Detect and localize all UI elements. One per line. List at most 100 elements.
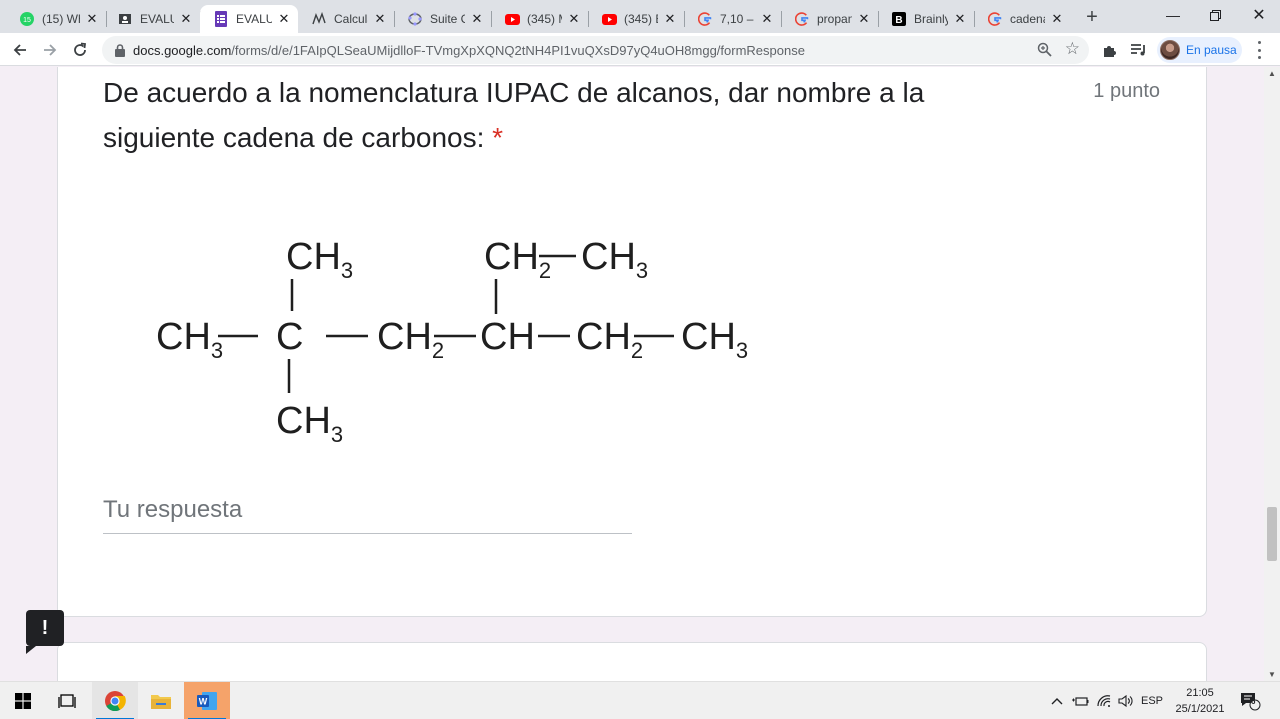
volume-icon[interactable]: [1116, 682, 1136, 719]
bookmark-star-icon[interactable]: ☆: [1065, 40, 1080, 58]
clock-date: 25/1/2021: [1175, 703, 1225, 715]
tab-google-search-3[interactable]: cadena ✕: [974, 5, 1071, 33]
ch3-label: CH3: [581, 236, 648, 283]
close-icon[interactable]: ✕: [276, 11, 292, 27]
profile-status: En pausa: [1186, 43, 1237, 57]
scrollbar-thumb[interactable]: [1267, 507, 1277, 561]
new-tab-button[interactable]: +: [1080, 5, 1104, 29]
question-title: De acuerdo a la nomenclatura IUPAC de al…: [103, 70, 1023, 160]
close-icon[interactable]: ✕: [759, 11, 775, 27]
tab-title: EVALUACIÓN: [140, 12, 174, 26]
reload-icon: [74, 42, 87, 56]
input-language[interactable]: ESP: [1138, 682, 1166, 719]
notifications-button[interactable]: 6: [1236, 682, 1264, 719]
close-icon[interactable]: ✕: [1049, 11, 1065, 27]
main-chain: CH3 C CH2 CH CH2 CH3: [156, 316, 748, 363]
avatar: [1160, 40, 1180, 60]
svg-text:B: B: [895, 15, 902, 26]
substituent-top-1: CH3: [286, 236, 353, 283]
ch3-label: CH3: [286, 236, 353, 283]
google-icon: [794, 11, 810, 27]
browser-menu-icon[interactable]: [1256, 41, 1262, 59]
tab-title: Calculadora: [334, 12, 368, 26]
folder-icon: [151, 695, 171, 709]
url-host: docs.google.com: [133, 42, 232, 58]
tab-whatsapp[interactable]: 15 (15) WhatsApp ✕: [6, 5, 107, 33]
extensions-puzzle-icon[interactable]: [1100, 40, 1120, 60]
start-button[interactable]: [0, 682, 46, 719]
system-clock[interactable]: 21:05 25/1/2021: [1170, 685, 1230, 717]
close-icon[interactable]: ✕: [372, 11, 388, 27]
close-icon[interactable]: ✕: [469, 11, 485, 27]
tab-title: Suite Calculadora: [430, 12, 465, 26]
clock-time: 21:05: [1186, 687, 1214, 699]
close-icon[interactable]: ✕: [84, 11, 100, 27]
close-icon[interactable]: ✕: [952, 11, 968, 27]
forms-icon: [213, 11, 229, 27]
close-window-button[interactable]: ✕: [1236, 0, 1280, 30]
answer-input[interactable]: Tu respuesta: [103, 496, 632, 534]
scroll-up-arrow-icon[interactable]: ▲: [1268, 69, 1276, 78]
tab-classroom[interactable]: EVALUACIÓN ✕: [104, 5, 201, 33]
minimize-button[interactable]: —: [1150, 0, 1196, 30]
tab-youtube-2[interactable]: (345) El ✕: [588, 5, 685, 33]
battery-icon[interactable]: [1070, 682, 1090, 719]
svg-text:15: 15: [23, 17, 31, 24]
tab-google-search-1[interactable]: 7,10 – dim ✕: [684, 5, 782, 33]
tab-google-search-2[interactable]: propano ✕: [781, 5, 879, 33]
tab-geogebra[interactable]: Suite Calculadora ✕: [394, 5, 492, 33]
url-text: docs.google.com/forms/d/e/1FAIpQLSeaUMij…: [133, 43, 805, 58]
task-view-icon: [58, 694, 76, 708]
required-asterisk: *: [492, 122, 504, 153]
page-scrollbar[interactable]: ▲ ▼: [1264, 67, 1280, 681]
exclamation-icon: !: [41, 616, 49, 639]
ch2-label: CH2: [377, 316, 444, 363]
notification-count: 6: [1251, 697, 1256, 706]
media-queue-icon[interactable]: [1129, 40, 1149, 60]
profile-button[interactable]: En pausa: [1157, 37, 1242, 63]
wifi-icon[interactable]: [1094, 682, 1114, 719]
whatsapp-icon: 15: [19, 11, 35, 27]
youtube-icon: [504, 11, 520, 27]
geogebra-icon: [407, 11, 423, 27]
tab-youtube-1[interactable]: (345) Música ✕: [491, 5, 589, 33]
brainly-icon: B: [891, 11, 907, 27]
taskbar-word[interactable]: W: [184, 682, 230, 719]
tab-title: cadena: [1010, 12, 1045, 26]
tab-title: (15) WhatsApp: [42, 12, 80, 26]
ch3-label: CH3: [156, 316, 223, 363]
back-button[interactable]: [6, 36, 34, 64]
tab-forms-active[interactable]: EVALUACIÓN ✕: [200, 5, 298, 33]
zoom-icon[interactable]: [1037, 42, 1053, 58]
taskbar-file-explorer[interactable]: [138, 682, 184, 719]
substituent-top-2: CH2 CH3: [484, 236, 648, 283]
close-icon[interactable]: ✕: [178, 11, 194, 27]
address-bar[interactable]: docs.google.com/forms/d/e/1FAIpQLSeaUMij…: [102, 36, 1089, 64]
restore-button[interactable]: [1192, 0, 1238, 30]
tab-title: Brainly: [914, 12, 948, 26]
tab-brainly[interactable]: B Brainly ✕: [878, 5, 975, 33]
carbon-chain-diagram: CH3 CH2 CH3 CH3 C CH2 CH CH2 CH3 CH3: [156, 236, 748, 447]
tab-title: (345) El: [624, 12, 658, 26]
feedback-report-button[interactable]: !: [26, 610, 64, 654]
ch3-label: CH3: [681, 316, 748, 363]
ch2-label: CH2: [576, 316, 643, 363]
url-path: /forms/d/e/1FAIpQLSeaUMijdlloF-TVmgXpXQN…: [231, 42, 805, 58]
substituent-bottom: CH3: [276, 400, 343, 447]
close-icon[interactable]: ✕: [566, 11, 582, 27]
close-icon[interactable]: ✕: [856, 11, 872, 27]
youtube-icon: [601, 11, 617, 27]
taskbar-chrome[interactable]: [92, 682, 138, 719]
close-icon[interactable]: ✕: [662, 11, 678, 27]
word-icon: W: [197, 692, 217, 710]
reload-button[interactable]: [66, 36, 94, 64]
chrome-icon: [105, 691, 126, 712]
google-icon: [697, 11, 713, 27]
task-view-button[interactable]: [44, 682, 90, 719]
show-hidden-icons-chevron-icon[interactable]: [1048, 682, 1066, 719]
forward-button[interactable]: [36, 36, 64, 64]
c-label: C: [276, 316, 303, 358]
page-viewport: De acuerdo a la nomenclatura IUPAC de al…: [0, 67, 1264, 681]
tab-desmos[interactable]: Calculadora ✕: [298, 5, 395, 33]
scroll-down-arrow-icon[interactable]: ▼: [1268, 670, 1276, 679]
